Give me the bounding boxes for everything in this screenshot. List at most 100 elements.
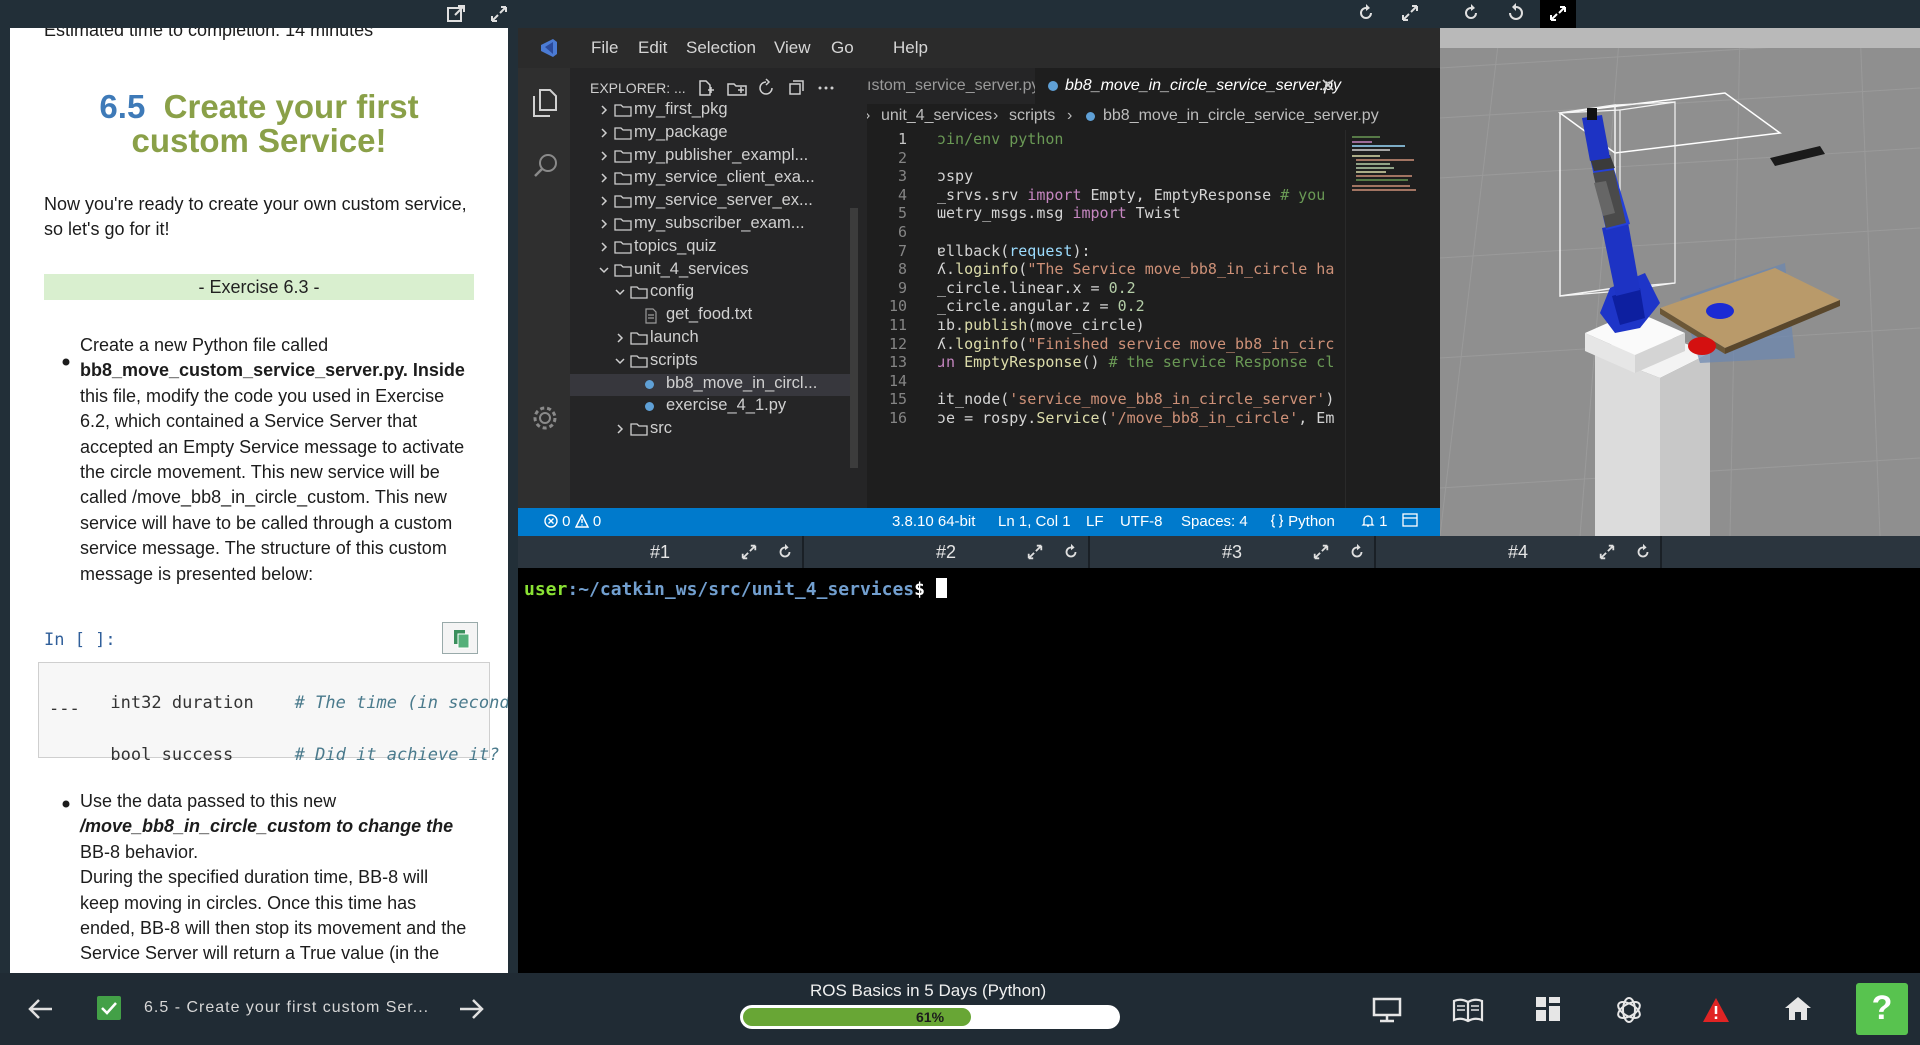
menu-help[interactable]: Help [893, 38, 928, 58]
language-mode[interactable]: Python [1270, 513, 1335, 530]
menu-go[interactable]: Go [831, 38, 854, 58]
folder-icon [630, 422, 648, 436]
copy-code-button[interactable] [442, 622, 478, 654]
chevron-down-icon [598, 264, 610, 276]
bullet1-line: message is presented below: [80, 563, 314, 584]
indentation[interactable]: Spaces: 4 [1181, 513, 1248, 530]
tree-item-label: topics_quiz [634, 236, 717, 255]
lesson-title[interactable]: 6.5 - Create your first custom Ser... [144, 999, 429, 1017]
reload-icon[interactable] [1356, 3, 1376, 23]
close-tab-icon[interactable] [1320, 77, 1336, 93]
notebook-left-gutter [0, 28, 10, 973]
tree-item[interactable]: my_service_server_ex... [570, 191, 850, 213]
reload-icon[interactable] [1634, 543, 1652, 561]
tree-item[interactable]: launch [570, 328, 850, 350]
reload-icon[interactable] [1062, 543, 1080, 561]
tree-scrollbar[interactable] [850, 208, 858, 468]
tree-item[interactable]: config [570, 282, 850, 304]
breadcrumb-item[interactable]: scripts [1009, 107, 1055, 125]
chevron-right-icon [598, 172, 610, 184]
tree-item[interactable]: get_food.txt [570, 305, 850, 327]
tree-item-label: bb8_move_in_circl... [666, 373, 818, 392]
folder-icon [630, 331, 648, 345]
explorer-icon[interactable] [531, 88, 559, 118]
terminal-tab[interactable]: #2 [804, 536, 1090, 568]
back-arrow-icon[interactable] [28, 997, 54, 1021]
desktop-icon[interactable] [1372, 997, 1402, 1023]
terminal-tab[interactable]: #3 [1090, 536, 1376, 568]
breadcrumb-item[interactable]: unit_4_services [881, 107, 992, 125]
tab-inactive[interactable]: ıstom_service_server.py [867, 68, 1040, 104]
cursor-position[interactable]: Ln 1, Col 1 [998, 513, 1071, 530]
tree-item[interactable]: my_service_client_exa... [570, 168, 850, 190]
warning-icon [574, 514, 589, 528]
reload-icon[interactable] [1461, 3, 1481, 23]
tree-item[interactable]: my_first_pkg [570, 100, 850, 122]
tree-item[interactable]: my_subscriber_exam... [570, 214, 850, 236]
tree-item[interactable]: topics_quiz [570, 237, 850, 259]
gazebo-3d-viewport[interactable] [1440, 28, 1920, 536]
open-external-icon[interactable] [446, 4, 466, 24]
expand-icon[interactable] [740, 543, 758, 561]
file-icon [644, 308, 658, 324]
code-line3-comment: # Did it achieve it? [294, 745, 500, 765]
layout-icon[interactable] [1402, 513, 1418, 527]
tree-item[interactable]: exercise_4_1.py [570, 396, 850, 418]
terminal[interactable]: user:~/catkin_ws/src/unit_4_services$ [518, 568, 1920, 973]
menu-selection[interactable]: Selection [686, 38, 756, 58]
expand-icon[interactable] [489, 4, 509, 24]
menu-view[interactable]: View [774, 38, 811, 58]
line-number: 13 [888, 353, 907, 372]
warning-alert-icon[interactable] [1702, 997, 1730, 1023]
settings-gear-icon[interactable] [531, 404, 559, 432]
code-lines[interactable]: 1 ɔin/env python 2 3 ɔspy 4 _srvs.srv import E… [867, 130, 1337, 510]
reload-icon[interactable] [1348, 543, 1366, 561]
folder-icon [630, 354, 648, 368]
code-editor[interactable]: ıstom_service_server.py bb8_move_in_circ… [867, 68, 1440, 536]
ai-assistant-icon[interactable] [1614, 995, 1644, 1025]
expand-icon[interactable] [1598, 543, 1616, 561]
menu-edit[interactable]: Edit [638, 38, 667, 58]
expand-icon[interactable] [1312, 543, 1330, 561]
breadcrumb-item[interactable]: bb8_move_in_circle_service_server.py [1103, 107, 1379, 125]
problems-indicator[interactable]: 0 0 [544, 513, 601, 530]
completed-checkbox-icon[interactable] [97, 996, 121, 1020]
warning-count: 0 [592, 513, 602, 530]
tree-item[interactable]: bb8_move_in_circl... [570, 373, 850, 396]
tab-active[interactable]: bb8_move_in_circle_service_server.py [1035, 68, 1440, 104]
tree-item[interactable]: src [570, 419, 850, 441]
notification-count: 1 [1379, 513, 1388, 530]
reset-icon[interactable] [1506, 3, 1526, 23]
home-icon[interactable] [1784, 995, 1812, 1021]
folder-icon [614, 126, 632, 140]
expand-icon[interactable] [1400, 3, 1420, 23]
notebook-scrollbar[interactable] [508, 28, 518, 973]
tab-active-label: bb8_move_in_circle_service_server.py [1065, 77, 1341, 94]
tree-item[interactable]: my_package [570, 123, 850, 145]
python-interpreter[interactable]: 3.8.10 64-bit [892, 513, 975, 530]
breadcrumb: › unit_4_services › scripts › bb8_move_i… [867, 104, 1440, 130]
terminal-tab[interactable]: #4 [1376, 536, 1662, 568]
tree-item[interactable]: unit_4_services [570, 260, 850, 282]
chevron-down-icon [614, 286, 626, 298]
tree-item[interactable]: scripts [570, 351, 850, 373]
notifications[interactable]: 1 [1361, 513, 1388, 530]
apps-grid-icon[interactable] [1535, 996, 1561, 1022]
estimated-time-text: Estimated time to completion: 14 minutes [44, 28, 374, 40]
minimap[interactable] [1345, 130, 1440, 510]
file-encoding[interactable]: UTF-8 [1120, 513, 1163, 530]
error-count: 0 [562, 513, 571, 530]
fullscreen-button[interactable] [1540, 0, 1576, 28]
help-button[interactable]: ? [1856, 983, 1908, 1035]
expand-icon[interactable] [1026, 543, 1044, 561]
menu-file[interactable]: File [591, 38, 618, 58]
line-ending[interactable]: LF [1086, 513, 1104, 530]
tree-item[interactable]: my_publisher_exampl... [570, 146, 850, 168]
terminal-tab[interactable]: #1 [518, 536, 804, 568]
chevron-down-icon [614, 355, 626, 367]
forward-arrow-icon[interactable] [458, 997, 484, 1021]
search-icon[interactable] [532, 152, 560, 180]
code-cell[interactable]: int32 duration # The time (in second: --… [38, 662, 508, 765]
notebook-book-icon[interactable] [1452, 997, 1484, 1023]
reload-icon[interactable] [776, 543, 794, 561]
